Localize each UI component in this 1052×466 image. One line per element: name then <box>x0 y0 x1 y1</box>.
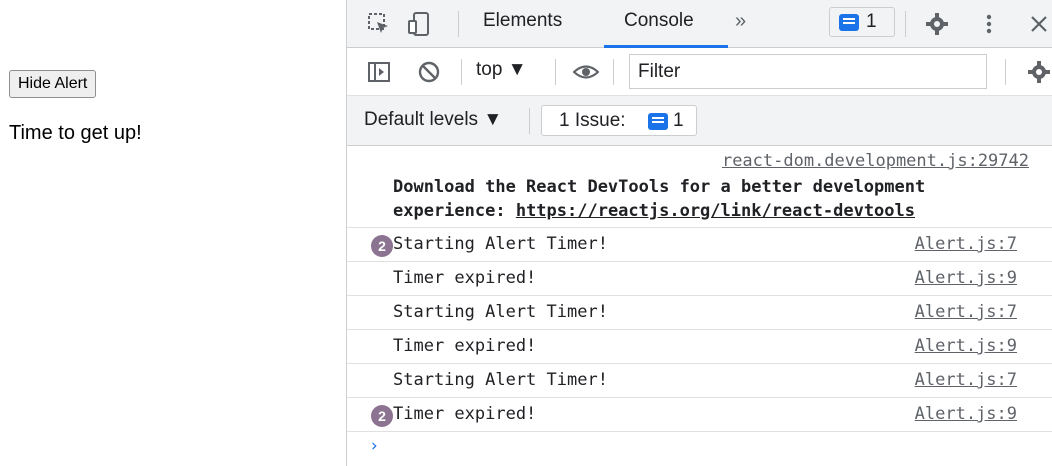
console-levels-bar: Default levels ▼ 1 Issue: 1 <box>347 96 1052 146</box>
more-tabs-button[interactable]: » <box>735 10 746 33</box>
console-row-text: Timer expired! <box>393 404 537 424</box>
console-toolbar: top ▼ <box>347 48 1052 96</box>
toolbar-divider <box>458 11 459 37</box>
inspect-icon[interactable] <box>367 12 391 36</box>
toolbar-divider <box>529 108 530 134</box>
console-row-text: Starting Alert Timer! <box>393 370 608 390</box>
console-row-source[interactable]: Alert.js:9 <box>915 268 1017 288</box>
repeat-count-badge: 2 <box>371 235 393 257</box>
console-row-text: Timer expired! <box>393 336 537 356</box>
device-icon[interactable] <box>407 12 431 36</box>
issues-message-icon <box>648 113 668 130</box>
issues-count-button[interactable]: 1 Issue: 1 <box>541 105 697 136</box>
console-row: Starting Alert Timer! Alert.js:7 <box>347 364 1052 398</box>
sidebar-icon[interactable] <box>367 60 391 84</box>
console-row: 2 Starting Alert Timer! Alert.js:7 <box>347 228 1052 262</box>
devtools-panel: Elements Console » 1 top ▼ Filter Defaul… <box>346 0 1052 466</box>
console-row-source[interactable]: Alert.js:9 <box>915 336 1017 356</box>
console-row-text: Starting Alert Timer! <box>393 302 608 322</box>
gear-icon[interactable] <box>925 12 949 36</box>
devtools-tabbar: Elements Console » 1 <box>347 0 1052 48</box>
toolbar-divider <box>613 59 614 85</box>
page-viewport: Hide Alert Time to get up! <box>0 0 346 466</box>
message-text-line2: experience: https://reactjs.org/link/rea… <box>393 201 915 221</box>
console-message: react-dom.development.js:29742 Download … <box>347 146 1052 228</box>
console-row: Timer expired! Alert.js:9 <box>347 262 1052 296</box>
console-row-source[interactable]: Alert.js:7 <box>915 234 1017 254</box>
alert-message: Time to get up! <box>9 122 142 144</box>
eye-icon[interactable] <box>572 60 600 84</box>
clear-icon[interactable] <box>417 60 441 84</box>
tab-console[interactable]: Console <box>624 10 694 32</box>
devtools-link[interactable]: https://reactjs.org/link/react-devtools <box>516 201 915 221</box>
console-row: Starting Alert Timer! Alert.js:7 <box>347 296 1052 330</box>
console-row: 2 Timer expired! Alert.js:9 <box>347 398 1052 432</box>
hide-alert-button[interactable]: Hide Alert <box>9 70 97 98</box>
tab-elements[interactable]: Elements <box>483 10 562 32</box>
console-row: Timer expired! Alert.js:9 <box>347 330 1052 364</box>
console-row-text: Timer expired! <box>393 268 537 288</box>
message-text-prefix: experience: <box>393 201 516 221</box>
toolbar-divider <box>1005 59 1006 85</box>
toolbar-divider <box>461 59 462 85</box>
console-row-source[interactable]: Alert.js:7 <box>915 370 1017 390</box>
filter-input[interactable] <box>629 54 987 89</box>
console-row-source[interactable]: Alert.js:9 <box>915 404 1017 424</box>
repeat-count-badge: 2 <box>371 405 393 427</box>
context-selector[interactable]: top ▼ <box>476 59 527 81</box>
issues-badge-button[interactable]: 1 <box>829 7 895 37</box>
issues-label: 1 Issue: <box>559 110 626 131</box>
issues-badge-count: 1 <box>866 11 877 32</box>
toolbar-divider <box>555 59 556 85</box>
more-vert-icon[interactable] <box>977 12 1001 36</box>
toolbar-divider <box>905 11 906 37</box>
close-icon[interactable] <box>1027 12 1051 36</box>
log-levels-dropdown[interactable]: Default levels ▼ <box>364 109 502 131</box>
issues-message-icon <box>839 14 859 31</box>
message-text: Download the React DevTools for a better… <box>393 177 926 197</box>
message-source-link[interactable]: react-dom.development.js:29742 <box>722 151 1029 171</box>
console-output: react-dom.development.js:29742 Download … <box>347 146 1052 466</box>
console-settings-gear-icon[interactable] <box>1027 60 1051 84</box>
console-row-text: Starting Alert Timer! <box>393 234 608 254</box>
console-prompt[interactable]: › <box>369 436 379 456</box>
issues-count: 1 <box>673 110 684 131</box>
console-row-source[interactable]: Alert.js:7 <box>915 302 1017 322</box>
